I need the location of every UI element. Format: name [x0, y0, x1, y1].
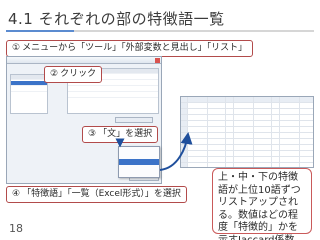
step4-marker: ④: [12, 189, 21, 199]
step4-text: 「特徴語」「一覧（Excel形式）」を選択: [22, 189, 181, 199]
slide: 4.1 それぞれの部の特徴語一覧 ① メニューから「ツール」「外部変数と見出し」「…: [0, 0, 320, 240]
dialog-titlebar: [7, 57, 161, 64]
step3-instruction: ③ 「文」を選択: [82, 126, 159, 143]
explanation-callout: 上・中・下の特徴語が上位10語ずつリストアップされる。数値はどの程度「特徴的」か…: [212, 168, 312, 240]
step1-text: メニューから「ツール」「外部変数と見出し」「リスト」: [22, 43, 248, 53]
variable-row-selected[interactable]: [11, 81, 47, 86]
step3-marker: ③: [88, 129, 97, 139]
excel-result-sheet: [180, 96, 314, 168]
variable-list-panel[interactable]: [10, 74, 48, 114]
step1-instruction: ① メニューから「ツール」「外部変数と見出し」「リスト」: [6, 40, 254, 57]
step2-instruction: ② クリック: [44, 66, 103, 83]
page-title: 4.1 それぞれの部の特徴語一覧: [8, 10, 225, 28]
step4-instruction: ④ 「特徴語」「一覧（Excel形式）」を選択: [6, 186, 187, 203]
unit-select[interactable]: [115, 117, 153, 123]
menu-item[interactable]: [119, 171, 159, 177]
title-accent-bar: [6, 30, 74, 32]
step1-marker: ①: [12, 43, 21, 53]
close-icon[interactable]: [155, 57, 160, 63]
step2-marker: ②: [50, 69, 59, 79]
step2-text: クリック: [60, 69, 97, 79]
step3-text: 「文」を選択: [98, 129, 153, 139]
page-number: 18: [9, 222, 23, 235]
feature-words-menu[interactable]: [118, 146, 160, 178]
